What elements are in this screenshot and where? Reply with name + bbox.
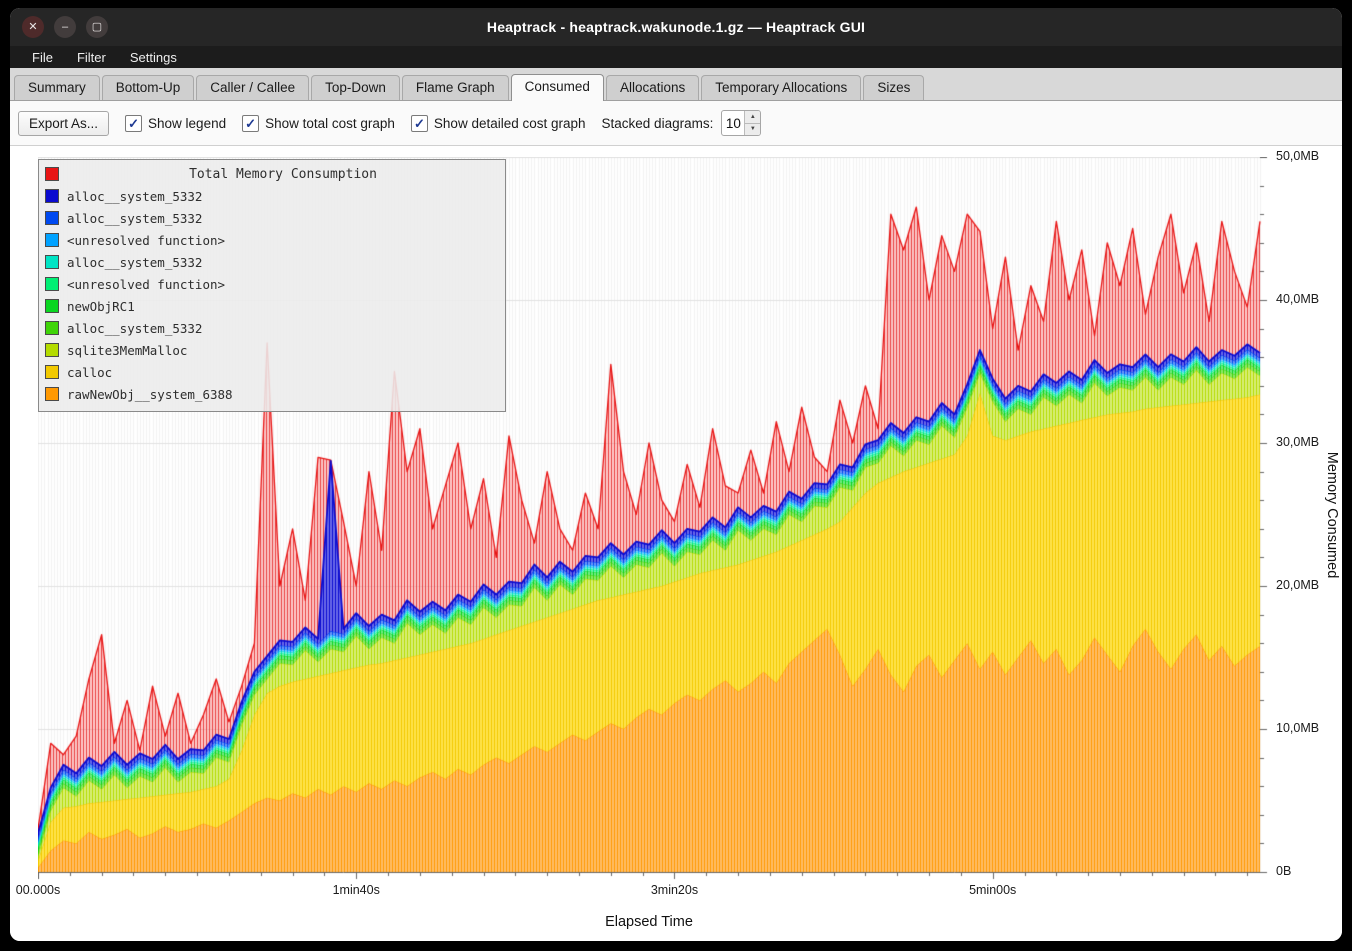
checkbox-icon: ✓ <box>411 115 428 132</box>
legend-row: newObjRC1 <box>45 295 499 317</box>
title-bar[interactable]: ✕ – ▢ Heaptrack - heaptrack.wakunode.1.g… <box>10 8 1342 46</box>
y-tick-label: 40,0MB <box>1276 292 1319 306</box>
close-icon: ✕ <box>28 22 37 33</box>
spin-up-button[interactable]: ▲ <box>745 111 760 123</box>
legend-row: calloc <box>45 361 499 383</box>
heaptrack-window: ✕ – ▢ Heaptrack - heaptrack.wakunode.1.g… <box>10 8 1342 941</box>
window-controls: ✕ – ▢ <box>22 8 108 46</box>
checkbox-label: Show detailed cost graph <box>434 116 586 131</box>
stacked-diagrams-label: Stacked diagrams: <box>602 116 714 131</box>
legend-swatch <box>45 365 59 379</box>
tab-consumed[interactable]: Consumed <box>511 74 604 101</box>
minimize-button[interactable]: – <box>54 16 76 38</box>
legend-label: alloc__system_5332 <box>67 321 202 336</box>
menu-settings[interactable]: Settings <box>120 48 187 67</box>
y-tick-label: 0B <box>1276 864 1291 878</box>
x-tick-label: 00.000s <box>16 883 60 897</box>
legend-swatch <box>45 343 59 357</box>
tab-bottom-up[interactable]: Bottom-Up <box>102 75 195 100</box>
legend-title-row: Total Memory Consumption <box>45 163 499 185</box>
close-button[interactable]: ✕ <box>22 16 44 38</box>
legend-label: <unresolved function> <box>67 277 225 292</box>
tab-allocations[interactable]: Allocations <box>606 75 699 100</box>
checkbox-show-detailed-cost-graph[interactable]: ✓ Show detailed cost graph <box>411 115 586 132</box>
legend-swatch <box>45 387 59 401</box>
legend-swatch <box>45 255 59 269</box>
legend-swatch <box>45 321 59 335</box>
legend-row: rawNewObj__system_6388 <box>45 383 499 405</box>
legend-total-swatch <box>45 167 59 181</box>
legend-row: <unresolved function> <box>45 273 499 295</box>
tab-bar: SummaryBottom-UpCaller / CalleeTop-DownF… <box>10 68 1342 101</box>
legend-row: alloc__system_5332 <box>45 317 499 339</box>
x-axis-title: Elapsed Time <box>605 914 693 930</box>
tab-sizes[interactable]: Sizes <box>863 75 924 100</box>
legend-title: Total Memory Consumption <box>67 167 499 182</box>
checkbox-icon: ✓ <box>242 115 259 132</box>
x-tick-label: 5min00s <box>969 883 1016 897</box>
tab-caller-callee[interactable]: Caller / Callee <box>196 75 309 100</box>
legend-swatch <box>45 299 59 313</box>
stacked-diagrams-control: Stacked diagrams: 10 ▲ ▼ <box>602 110 762 136</box>
legend-label: alloc__system_5332 <box>67 255 202 270</box>
export-as-button[interactable]: Export As... <box>18 111 109 136</box>
spin-buttons: ▲ ▼ <box>744 111 760 135</box>
y-tick-label: 10,0MB <box>1276 721 1319 735</box>
legend-label: sqlite3MemMalloc <box>67 343 187 358</box>
checkbox-group: ✓ Show legend ✓ Show total cost graph ✓ Show … <box>125 115 586 132</box>
y-tick-label: 50,0MB <box>1276 149 1319 163</box>
checkbox-label: Show legend <box>148 116 226 131</box>
x-tick-label: 1min40s <box>333 883 380 897</box>
toolbar: Export As... ✓ Show legend ✓ Show total cos… <box>10 101 1342 146</box>
spin-down-button[interactable]: ▼ <box>745 123 760 136</box>
tab-flame-graph[interactable]: Flame Graph <box>402 75 509 100</box>
chart-legend: Total Memory Consumption alloc__system_53… <box>38 159 506 412</box>
legend-swatch <box>45 277 59 291</box>
x-tick-label: 3min20s <box>651 883 698 897</box>
legend-row: alloc__system_5332 <box>45 185 499 207</box>
legend-label: calloc <box>67 365 112 380</box>
maximize-icon: ▢ <box>92 22 102 33</box>
spin-up-icon: ▲ <box>750 114 756 120</box>
legend-row: alloc__system_5332 <box>45 251 499 273</box>
legend-row: alloc__system_5332 <box>45 207 499 229</box>
legend-swatch <box>45 233 59 247</box>
checkbox-show-legend[interactable]: ✓ Show legend <box>125 115 226 132</box>
legend-label: <unresolved function> <box>67 233 225 248</box>
legend-label: alloc__system_5332 <box>67 189 202 204</box>
tab-top-down[interactable]: Top-Down <box>311 75 400 100</box>
minimize-icon: – <box>62 22 68 33</box>
legend-label: alloc__system_5332 <box>67 211 202 226</box>
legend-swatch <box>45 211 59 225</box>
stacked-diagrams-value[interactable]: 10 <box>722 111 744 135</box>
checkbox-label: Show total cost graph <box>265 116 395 131</box>
tab-temporary-allocations[interactable]: Temporary Allocations <box>701 75 861 100</box>
spin-down-icon: ▼ <box>750 126 756 132</box>
tab-summary[interactable]: Summary <box>14 75 100 100</box>
y-tick-label: 20,0MB <box>1276 578 1319 592</box>
legend-swatch <box>45 189 59 203</box>
menu-bar: FileFilterSettings <box>10 46 1342 68</box>
maximize-button[interactable]: ▢ <box>86 16 108 38</box>
stacked-diagrams-spinbox[interactable]: 10 ▲ ▼ <box>721 110 761 136</box>
menu-filter[interactable]: Filter <box>67 48 116 67</box>
window-title: Heaptrack - heaptrack.wakunode.1.gz — He… <box>487 19 865 35</box>
legend-row: sqlite3MemMalloc <box>45 339 499 361</box>
legend-row: <unresolved function> <box>45 229 499 251</box>
menu-file[interactable]: File <box>22 48 63 67</box>
checkbox-show-total-cost-graph[interactable]: ✓ Show total cost graph <box>242 115 395 132</box>
checkbox-icon: ✓ <box>125 115 142 132</box>
y-axis-title: Memory Consumed <box>1324 451 1340 578</box>
legend-label: rawNewObj__system_6388 <box>67 387 233 402</box>
chart-area: Total Memory Consumption alloc__system_53… <box>10 146 1342 941</box>
legend-label: newObjRC1 <box>67 299 135 314</box>
y-tick-label: 30,0MB <box>1276 435 1319 449</box>
